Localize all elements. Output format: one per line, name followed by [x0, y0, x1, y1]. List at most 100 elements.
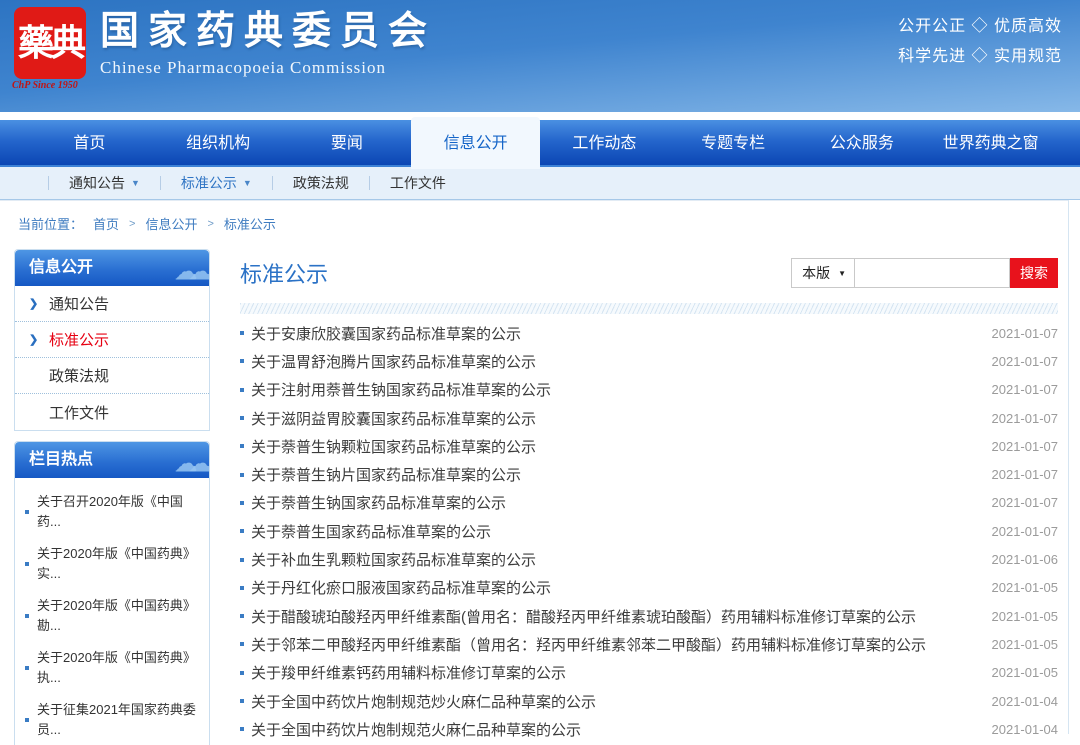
search-button[interactable]: 搜索 — [1010, 258, 1058, 288]
sidebar-menu-item-label: 通知公告 — [49, 293, 109, 314]
content-wrap: 信息公开 ☁☁ ❯通知公告❯标准公示政策法规工作文件 栏目热点 ☁☁ 关于召开2… — [0, 243, 1068, 745]
news-row[interactable]: 关于萘普生钠国家药品标准草案的公示2021-01-07 — [240, 489, 1058, 517]
sidebar-menu-list: ❯通知公告❯标准公示政策法规工作文件 — [15, 286, 209, 430]
news-row[interactable]: 关于注射用萘普生钠国家药品标准草案的公示2021-01-07 — [240, 376, 1058, 404]
breadcrumb-separator: > — [129, 218, 135, 230]
news-row[interactable]: 关于羧甲纤维素钙药用辅料标准修订草案的公示 2021-01-05 — [240, 659, 1058, 687]
hot-list-item[interactable]: 关于2020年版《中国药典》勘... — [25, 590, 203, 642]
sidebar-menu-item[interactable]: 政策法规 — [15, 358, 209, 394]
striped-divider — [240, 303, 1058, 314]
hot-list-item[interactable]: 关于2020年版《中国药典》实... — [25, 538, 203, 590]
news-row[interactable]: 关于全国中药饮片炮制规范炒火麻仁品种草案的公示 2021-01-04 — [240, 687, 1058, 715]
bullet-icon — [240, 614, 244, 618]
nav-tab[interactable]: 专题专栏 — [669, 120, 798, 165]
sidebar-menu-item[interactable]: 工作文件 — [15, 394, 209, 430]
bullet-icon — [25, 614, 29, 618]
bullet-icon — [240, 529, 244, 533]
bullet-icon — [240, 642, 244, 646]
nav-tab[interactable]: 要闻 — [283, 120, 412, 165]
news-date: 2021-01-05 — [992, 609, 1059, 624]
cloud-decoration-icon: ☁☁ — [175, 254, 203, 286]
subnav-item[interactable]: 工作文件 — [390, 173, 446, 193]
nav-tab[interactable]: 组织机构 — [154, 120, 283, 165]
news-list: 关于安康欣胶囊国家药品标准草案的公示2021-01-07关于温胃舒泡腾片国家药品… — [240, 319, 1058, 743]
main-content: 标准公示 本版 ▼ 搜索 关于安康欣胶囊国家药品标准草案的公示2021-01-0… — [228, 249, 1068, 745]
news-row[interactable]: 关于萘普生国家药品标准草案的公示2021-01-07 — [240, 517, 1058, 545]
sidebar-menu-item-label: 工作文件 — [49, 402, 109, 423]
subnav-separator — [369, 176, 370, 190]
sidebar-menu-box: 信息公开 ☁☁ ❯通知公告❯标准公示政策法规工作文件 — [14, 249, 210, 431]
subnav-item[interactable]: 政策法规 — [293, 173, 349, 193]
bullet-icon — [240, 699, 244, 703]
news-row[interactable]: 关于安康欣胶囊国家药品标准草案的公示2021-01-07 — [240, 319, 1058, 347]
site-banner: 藥典 ChP Since 1950 国家药典委员会 Chinese Pharma… — [0, 0, 1080, 112]
search-bar: 本版 ▼ 搜索 — [791, 258, 1058, 288]
subnav-item-label: 工作文件 — [390, 173, 446, 193]
hot-list-item[interactable]: 关于召开2020年版《中国药... — [25, 486, 203, 538]
news-row[interactable]: 关于丹红化瘀口服液国家药品标准草案的公示2021-01-05 — [240, 574, 1058, 602]
bullet-icon — [240, 331, 244, 335]
news-row[interactable]: 关于滋阴益胃胶囊国家药品标准草案的公示2021-01-07 — [240, 404, 1058, 432]
page-body: 当前位置： 首页>信息公开>标准公示 信息公开 ☁☁ ❯通知公告❯标准公示政策法… — [0, 200, 1069, 734]
news-title: 关于邻苯二甲酸羟丙甲纤维素酯（曾用名：羟丙甲纤维素邻苯二甲酸酯）药用辅料标准修订… — [251, 634, 980, 655]
news-title: 关于安康欣胶囊国家药品标准草案的公示 — [251, 323, 980, 344]
bullet-icon — [240, 388, 244, 392]
bullet-icon — [25, 718, 29, 722]
hot-item-title: 关于2020年版《中国药典》勘... — [37, 596, 197, 636]
site-subtitle: Chinese Pharmacopoeia Commission — [100, 58, 436, 78]
slogan-line-1: 公开公正 ◇ 优质高效 — [898, 12, 1062, 42]
bullet-icon — [240, 444, 244, 448]
chp-seal-logo: 藥典 — [14, 7, 86, 79]
news-title: 关于萘普生钠颗粒国家药品标准草案的公示 — [251, 436, 980, 457]
news-date: 2021-01-04 — [992, 694, 1059, 709]
news-row[interactable]: 关于萘普生钠颗粒国家药品标准草案的公示 2021-01-07 — [240, 432, 1058, 460]
nav-tab[interactable]: 信息公开 — [411, 117, 540, 169]
nav-tab[interactable]: 公众服务 — [798, 120, 927, 165]
news-title: 关于滋阴益胃胶囊国家药品标准草案的公示 — [251, 408, 980, 429]
news-row[interactable]: 关于补血生乳颗粒国家药品标准草案的公示2021-01-06 — [240, 545, 1058, 573]
news-title: 关于萘普生钠片国家药品标准草案的公示 — [251, 464, 980, 485]
nav-tab[interactable]: 世界药典之窗 — [926, 120, 1055, 165]
seal-characters: 藥典 — [18, 25, 82, 61]
breadcrumb-link[interactable]: 信息公开 — [145, 214, 197, 233]
hot-item-title: 关于2020年版《中国药典》执... — [37, 648, 197, 688]
sidebar-menu-item[interactable]: ❯通知公告 — [15, 286, 209, 322]
sub-nav: 通知公告▼标准公示▼政策法规工作文件 — [0, 167, 1080, 200]
news-date: 2021-01-07 — [992, 467, 1059, 482]
subnav-separator — [48, 176, 49, 190]
news-row[interactable]: 关于温胃舒泡腾片国家药品标准草案的公示2021-01-07 — [240, 347, 1058, 375]
sidebar-menu-title: 信息公开 — [29, 259, 93, 276]
bullet-icon — [25, 510, 29, 514]
subnav-item[interactable]: 通知公告 ▼ — [69, 173, 140, 193]
breadcrumb-link[interactable]: 标准公示 — [224, 214, 276, 233]
news-title: 关于羧甲纤维素钙药用辅料标准修订草案的公示 — [251, 662, 980, 683]
news-row[interactable]: 关于醋酸琥珀酸羟丙甲纤维素酯(曾用名：醋酸羟丙甲纤维素琥珀酸酯）药用辅料标准修订… — [240, 602, 1058, 630]
arrow-right-icon: ❯ — [29, 333, 39, 346]
news-row[interactable]: 关于邻苯二甲酸羟丙甲纤维素酯（曾用名：羟丙甲纤维素邻苯二甲酸酯）药用辅料标准修订… — [240, 630, 1058, 658]
subnav-item[interactable]: 标准公示▼ — [181, 173, 252, 193]
chevron-down-icon: ▼ — [243, 178, 252, 188]
news-date: 2021-01-05 — [992, 665, 1059, 680]
news-date: 2021-01-07 — [992, 439, 1059, 454]
news-row[interactable]: 关于萘普生钠片国家药品标准草案的公示 2021-01-07 — [240, 460, 1058, 488]
hot-item-title: 关于召开2020年版《中国药... — [37, 492, 197, 532]
news-title: 关于全国中药饮片炮制规范炒火麻仁品种草案的公示 — [251, 691, 980, 712]
nav-tab[interactable]: 首页 — [25, 120, 154, 165]
bullet-icon — [240, 416, 244, 420]
chevron-down-icon: ▼ — [131, 178, 140, 188]
breadcrumb-link[interactable]: 首页 — [93, 214, 119, 233]
sidebar-hot-title: 栏目热点 — [29, 451, 93, 468]
search-scope-select[interactable]: 本版 ▼ — [791, 258, 855, 288]
hot-list-item[interactable]: 关于2020年版《中国药典》执... — [25, 642, 203, 694]
breadcrumb: 当前位置： 首页>信息公开>标准公示 — [0, 200, 1068, 243]
hot-list: 关于召开2020年版《中国药... 关于2020年版《中国药典》实... 关于202… — [15, 478, 209, 745]
seal-caption: ChP Since 1950 — [12, 80, 92, 91]
bullet-icon — [240, 359, 244, 363]
news-row[interactable]: 关于全国中药饮片炮制规范火麻仁品种草案的公示2021-01-04 — [240, 715, 1058, 743]
search-input[interactable] — [855, 258, 1010, 288]
sidebar-menu-item[interactable]: ❯标准公示 — [15, 322, 209, 358]
subnav-separator — [160, 176, 161, 190]
nav-tab[interactable]: 工作动态 — [540, 120, 669, 165]
hot-list-item[interactable]: 关于征集2021年国家药典委员... — [25, 694, 203, 745]
subnav-item-label: 通知公告 — [69, 173, 125, 193]
